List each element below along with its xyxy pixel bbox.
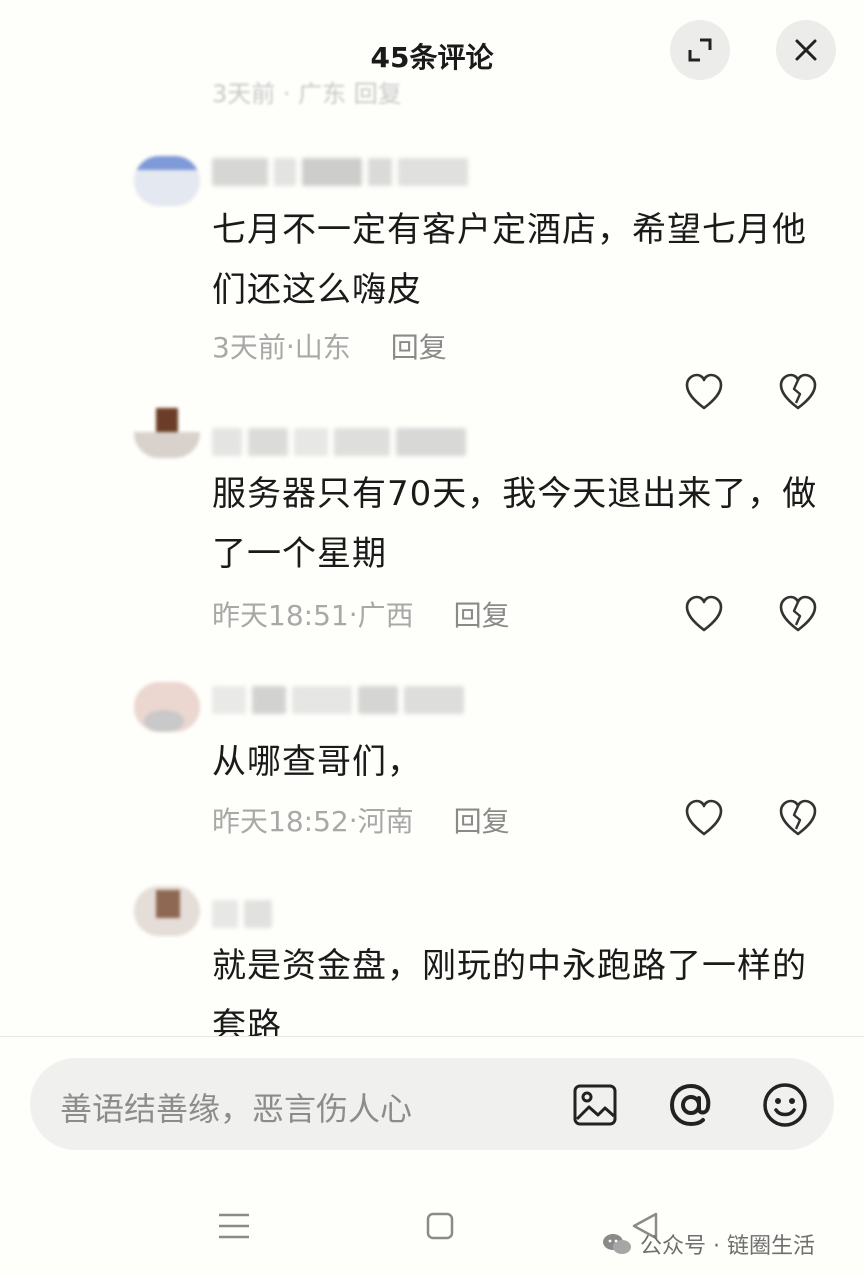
comment-text: 从哪查哥们，: [212, 742, 422, 782]
comment-location: 广西: [357, 599, 414, 632]
divider: [0, 1036, 864, 1037]
comment-time: 3天前: [212, 331, 286, 364]
expand-button[interactable]: [670, 20, 730, 80]
image-button[interactable]: [570, 1080, 620, 1130]
comment-list[interactable]: 七月不一定有客户定酒店，希望七月他们还这么嗨皮 3天前 · 山东 回复 服务器只…: [0, 108, 864, 1036]
avatar[interactable]: [134, 886, 200, 936]
menu-icon: [219, 1213, 249, 1239]
comment-time: 昨天18:51: [212, 599, 349, 632]
comment-location: 山东: [294, 331, 351, 364]
expand-icon: [688, 38, 712, 62]
like-button[interactable]: [682, 370, 726, 414]
avatar[interactable]: [134, 408, 200, 458]
meta-separator: ·: [348, 597, 358, 631]
username-obscured[interactable]: [212, 686, 502, 718]
comment-text: 七月不一定有客户定酒店，希望七月他们还这么嗨皮: [212, 210, 807, 310]
at-icon: [669, 1083, 711, 1127]
avatar[interactable]: [134, 156, 200, 206]
avatar[interactable]: [134, 682, 200, 732]
reply-button[interactable]: 回复: [391, 326, 447, 366]
emoji-button[interactable]: [760, 1080, 810, 1130]
home-button[interactable]: [416, 1202, 464, 1250]
meta-separator: ·: [285, 329, 295, 363]
dislike-button[interactable]: [776, 592, 820, 636]
dislike-button[interactable]: [776, 796, 820, 840]
watermark-text: 公众号 · 链圈生活: [640, 1234, 815, 1259]
home-icon: [426, 1212, 454, 1240]
meta-separator: ·: [348, 803, 358, 837]
broken-heart-icon: [779, 595, 817, 632]
comment-meta: 昨天18:52 · 河南 回复: [212, 800, 510, 840]
menu-button[interactable]: [210, 1202, 258, 1250]
username-obscured[interactable]: [212, 900, 502, 932]
comment-text: 就是资金盘，刚玩的中永跑路了一样的套路: [212, 946, 807, 1036]
broken-heart-icon: [779, 799, 817, 836]
image-icon: [573, 1084, 617, 1126]
heart-icon: [685, 595, 723, 632]
dislike-button[interactable]: [776, 370, 820, 414]
comment-meta: 昨天18:51 · 广西 回复: [212, 594, 510, 634]
comment-time: 昨天18:52: [212, 805, 349, 838]
username-obscured[interactable]: [212, 428, 502, 460]
like-button[interactable]: [682, 592, 726, 636]
like-button[interactable]: [682, 796, 726, 840]
close-icon: [795, 39, 817, 61]
username-obscured[interactable]: [212, 158, 502, 190]
comment-meta: 3天前 · 山东 回复: [212, 326, 447, 366]
heart-icon: [685, 373, 723, 410]
close-button[interactable]: [776, 20, 836, 80]
watermark: 公众号 · 链圈生活: [602, 1228, 815, 1260]
previous-comment-meta: 3天前 · 广东 回复: [212, 80, 402, 104]
emoji-icon: [763, 1083, 807, 1127]
reply-button[interactable]: 回复: [454, 594, 510, 634]
comment-input-bar[interactable]: 善语结善缘，恶言伤人心: [30, 1058, 834, 1150]
wechat-icon: [603, 1234, 631, 1254]
page-title: 45条评论: [370, 41, 494, 74]
reply-button[interactable]: 回复: [454, 800, 510, 840]
heart-icon: [685, 799, 723, 836]
broken-heart-icon: [779, 373, 817, 410]
comments-header: 3天前 · 广东 回复 45条评论: [0, 0, 864, 108]
mention-button[interactable]: [666, 1080, 716, 1130]
comment-location: 河南: [357, 805, 414, 838]
comment-text: 服务器只有70天，我今天退出来了，做了一个星期: [212, 474, 818, 574]
comment-input[interactable]: 善语结善缘，恶言伤人心: [60, 1084, 412, 1130]
